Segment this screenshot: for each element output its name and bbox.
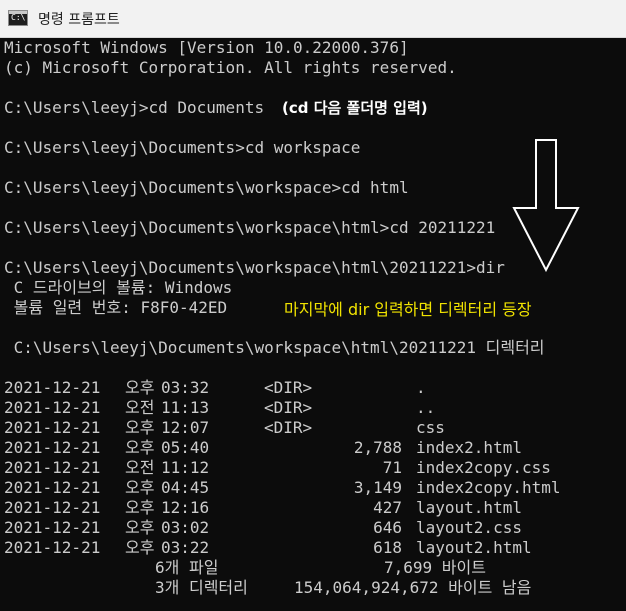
entry-ampm: 오후 [125,478,155,497]
entry-size: 618 [373,538,402,557]
entry-size: 646 [373,518,402,537]
version-line: Microsoft Windows [Version 10.0.22000.37… [4,38,409,57]
command-line: C:\Users\leeyj\Documents\workspace>cd ht… [4,178,409,197]
entry-time: 11:12 [161,458,210,477]
dir-annotation: 마지막에 dir 입력하면 디렉터리 등장 [284,300,532,319]
file-count: 6개 파일 [155,558,219,577]
entry-time: 05:40 [161,438,210,457]
entry-time: 03:32 [161,378,210,397]
entry-date: 2021-12-21 [4,498,101,517]
entry-ampm: 오후 [125,538,155,557]
terminal-output[interactable]: Microsoft Windows [Version 10.0.22000.37… [0,38,626,611]
entry-dir-flag: <DIR> [264,398,313,417]
entry-name: layout.html [416,498,522,517]
entry-date: 2021-12-21 [4,438,101,457]
entry-date: 2021-12-21 [4,478,101,497]
entry-size: 3,149 [353,478,402,497]
entry-time: 12:16 [161,498,210,517]
cd-annotation: (cd 다음 폴더명 입력) [282,99,428,117]
down-arrow-icon [512,139,580,273]
entry-time: 04:45 [161,478,210,497]
entry-dir-flag: <DIR> [264,418,313,437]
entry-time: 12:07 [161,418,210,437]
entry-ampm: 오후 [125,378,155,397]
command-line: C:\Users\leeyj\Documents\workspace\html>… [4,218,496,237]
dir-count: 3개 디렉터리 [155,578,248,597]
entry-name: index2copy.html [416,478,561,497]
entry-time: 11:13 [161,398,210,417]
copyright-line: (c) Microsoft Corporation. All rights re… [4,58,457,77]
entry-time: 03:22 [161,538,210,557]
entry-name: index2copy.css [416,458,551,477]
entry-name: layout2.css [416,518,522,537]
window-title: 명령 프롬프트 [38,12,120,28]
command-line: C:\Users\leeyj\Documents>cd workspace [4,138,361,157]
entry-date: 2021-12-21 [4,418,101,437]
entry-date: 2021-12-21 [4,398,101,417]
entry-date: 2021-12-21 [4,518,101,537]
entry-date: 2021-12-21 [4,538,101,557]
entry-date: 2021-12-21 [4,378,101,397]
entry-name: index2.html [416,438,522,457]
volume-line: C 드라이브의 볼륨: Windows [4,278,233,297]
file-bytes: 7,699 바이트 [384,558,486,577]
entry-ampm: 오후 [125,418,155,437]
entry-ampm: 오후 [125,438,155,457]
entry-ampm: 오전 [125,398,155,417]
entry-name: css [416,418,445,437]
entry-name: . [416,378,426,397]
free-bytes: 154,064,924,672 바이트 남음 [294,578,532,597]
title-bar[interactable]: C:\ 명령 프롬프트 [0,0,626,38]
entry-name: .. [416,398,436,417]
cmd-icon: C:\ [8,10,28,26]
entry-ampm: 오전 [125,458,155,477]
directory-line: C:\Users\leeyj\Documents\workspace\html\… [4,338,545,357]
serial-line: 볼륨 일련 번호: F8F0-42ED [4,298,228,317]
entry-ampm: 오후 [125,498,155,517]
command-line: C:\Users\leeyj\Documents\workspace\html\… [4,258,505,277]
entry-size: 427 [373,498,402,517]
entry-size: 2,788 [353,438,402,457]
entry-time: 03:02 [161,518,210,537]
entry-ampm: 오후 [125,518,155,537]
entry-name: layout2.html [416,538,532,557]
entry-date: 2021-12-21 [4,458,101,477]
entry-dir-flag: <DIR> [264,378,313,397]
entry-size: 71 [382,458,402,477]
command-line: C:\Users\leeyj>cd Documents [4,98,265,117]
